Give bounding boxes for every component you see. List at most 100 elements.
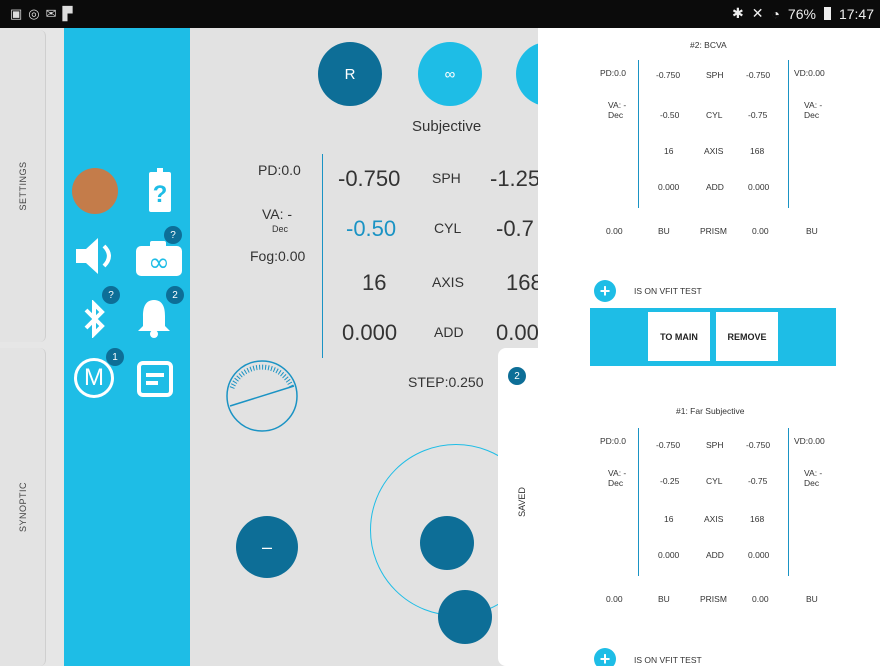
- row-right: 168: [750, 514, 765, 524]
- camera-infinity-icon[interactable]: ∞: [134, 240, 184, 278]
- notes-icon[interactable]: [136, 360, 174, 398]
- prism-d: 0.00: [752, 594, 769, 604]
- values-divider: [322, 154, 323, 358]
- prism-d: 0.00: [752, 226, 769, 236]
- row-left: -0.750: [656, 70, 681, 80]
- bell-icon[interactable]: [136, 298, 172, 338]
- joystick-knob-secondary[interactable]: [438, 590, 492, 644]
- va-right-unit: Dec: [804, 110, 820, 120]
- whatsapp-icon: ◎: [28, 6, 40, 21]
- bluetooth-badge: ?: [102, 286, 120, 304]
- row-label: AXIS: [704, 146, 724, 156]
- card-title: #2: BCVA: [690, 40, 727, 50]
- cyl-label: CYL: [434, 220, 462, 236]
- wifi-icon: ◔: [771, 5, 780, 22]
- add-right[interactable]: 0.00: [496, 320, 538, 346]
- add-icon[interactable]: +: [594, 280, 616, 302]
- axis-right[interactable]: 168: [506, 270, 538, 296]
- card-far-subjective[interactable]: #1: Far Subjective PD:0.0 VD:0.00 VA: - …: [538, 398, 880, 638]
- bluetooth-status-icon: ✱: [731, 5, 744, 21]
- va-left-unit: Dec: [608, 110, 624, 120]
- r-button-label: R: [344, 65, 356, 83]
- mute-icon: ✕: [751, 5, 764, 21]
- m-badge: 1: [106, 348, 124, 366]
- prism-e: BU: [806, 226, 818, 236]
- va-right-unit: Dec: [804, 478, 820, 488]
- card-action-bar: TO MAIN REMOVE: [590, 308, 836, 366]
- row-right: 168: [750, 146, 765, 156]
- camera-badge: ?: [164, 226, 182, 244]
- mail-icon: ✉: [45, 6, 57, 21]
- row-label: ADD: [706, 182, 724, 192]
- va-left-unit: Dec: [608, 478, 624, 488]
- speaker-icon[interactable]: [74, 236, 118, 276]
- record-button[interactable]: [72, 168, 118, 214]
- axis-dial[interactable]: [224, 358, 300, 434]
- r-button[interactable]: R: [318, 42, 382, 106]
- row-right: -0.75: [748, 476, 768, 486]
- axis-left[interactable]: 16: [362, 270, 386, 296]
- sph-left[interactable]: -0.750: [338, 166, 400, 192]
- tab-synoptic-label: SYNOPTIC: [17, 481, 28, 533]
- fog-value: Fog:0.00: [250, 248, 306, 264]
- card-bcva[interactable]: #2: BCVA PD:0.0 VD:0.00 VA: - Dec VA: - …: [538, 28, 880, 268]
- row-left: 16: [664, 514, 674, 524]
- remove-button[interactable]: REMOVE: [716, 312, 778, 361]
- pd-left: PD:0.0: [600, 68, 626, 78]
- minus-button[interactable]: –: [236, 516, 298, 578]
- to-main-button[interactable]: TO MAIN: [648, 312, 710, 361]
- svg-text:∞: ∞: [148, 248, 170, 278]
- flipboard-icon: ▛: [62, 6, 73, 21]
- vfit-label: IS ON VFIT TEST: [634, 286, 702, 296]
- notification-icons: ▣ ◎ ✉ ▛: [10, 6, 73, 22]
- row-left: -0.25: [660, 476, 680, 486]
- row-right: -0.75: [748, 110, 768, 120]
- tab-synoptic[interactable]: SYNOPTIC: [0, 348, 46, 666]
- battery-question-icon[interactable]: ?: [148, 168, 172, 214]
- row-label: ADD: [706, 550, 724, 560]
- va-unit: Dec: [272, 224, 289, 234]
- bluetooth-icon[interactable]: [80, 299, 110, 339]
- pd-value: PD:0.0: [258, 162, 301, 178]
- gallery-icon: ▣: [10, 6, 23, 21]
- add-left[interactable]: 0.000: [342, 320, 397, 346]
- axis-label: AXIS: [432, 274, 464, 290]
- row-right: -0.750: [746, 440, 771, 450]
- minus-label: –: [261, 536, 272, 557]
- row-label: CYL: [706, 476, 723, 486]
- mode-title: Subjective: [412, 118, 482, 135]
- sph-right[interactable]: -1.25: [490, 166, 538, 192]
- card-title: #1: Far Subjective: [676, 406, 745, 416]
- row-label: AXIS: [704, 514, 724, 524]
- svg-text:?: ?: [153, 181, 168, 208]
- row-left: 0.000: [658, 182, 680, 192]
- prism-a: 0.00: [606, 226, 623, 236]
- saved-count-badge: 2: [508, 367, 526, 385]
- va-left: VA: -: [608, 100, 627, 110]
- row-left: -0.750: [656, 440, 681, 450]
- prism-b: BU: [658, 226, 670, 236]
- clock: 17:47: [838, 5, 874, 22]
- row-left: -0.50: [660, 110, 680, 120]
- third-button[interactable]: [516, 42, 538, 106]
- right-divider: [788, 428, 789, 576]
- add-label: ADD: [434, 324, 464, 340]
- row-label: SPH: [706, 70, 724, 80]
- cyl-right[interactable]: -0.7: [496, 216, 534, 242]
- row-right: 0.000: [748, 182, 770, 192]
- infinity-button-label: ∞: [444, 65, 456, 83]
- tab-settings[interactable]: SETTINGS: [0, 30, 46, 342]
- add-icon[interactable]: +: [594, 648, 616, 666]
- joystick-knob[interactable]: [420, 516, 474, 570]
- saved-label: SAVED: [517, 487, 527, 517]
- bell-badge: 2: [166, 286, 184, 304]
- row-left: 0.000: [658, 550, 680, 560]
- row-left: 16: [664, 146, 674, 156]
- infinity-button[interactable]: ∞: [418, 42, 482, 106]
- tab-settings-label: SETTINGS: [17, 161, 28, 211]
- cyl-left[interactable]: -0.50: [346, 216, 396, 242]
- m-mode-button[interactable]: M: [74, 358, 114, 398]
- vd-right: VD:0.00: [794, 68, 825, 78]
- va-left: VA: -: [608, 468, 627, 478]
- m-label: M: [84, 364, 104, 391]
